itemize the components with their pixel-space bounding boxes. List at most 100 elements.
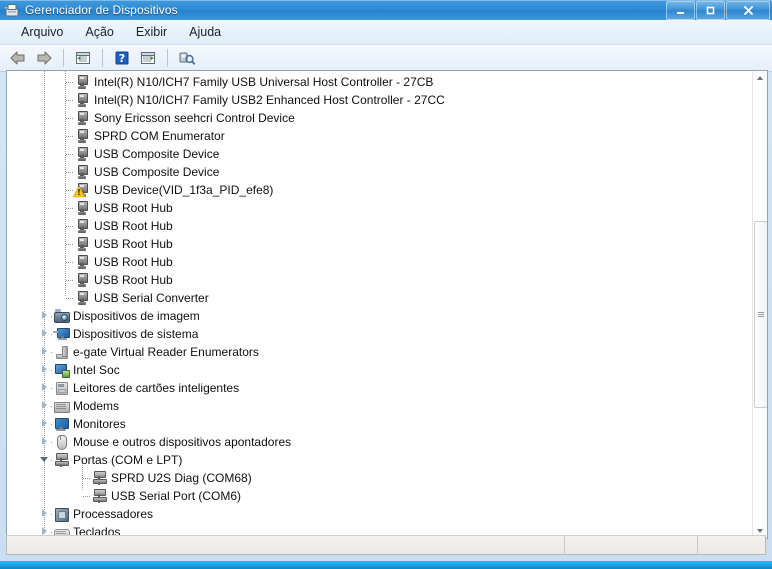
tree-item[interactable]: USB Serial Port (COM6)	[7, 487, 753, 505]
tree-connector-line	[66, 82, 74, 83]
status-cell-third	[698, 536, 765, 554]
tree-item-label: USB Root Hub	[94, 201, 173, 215]
scroll-up-arrow[interactable]	[753, 71, 767, 85]
tree-connector-line	[83, 496, 91, 497]
tree-item[interactable]: e-gate Virtual Reader Enumerators	[7, 343, 753, 361]
expand-arrow-icon-closed[interactable]	[40, 347, 49, 356]
tree-item-label: Intel(R) N10/ICH7 Family USB Universal H…	[94, 75, 434, 89]
tree-connector-line	[66, 136, 74, 137]
menu-arquivo[interactable]: Arquivo	[10, 22, 74, 42]
tree-item[interactable]: USB Root Hub	[7, 217, 753, 235]
expand-arrow-icon-closed[interactable]	[40, 329, 49, 338]
tree-item[interactable]: SPRD U2S Diag (COM68)	[7, 469, 753, 487]
tree-item[interactable]: SPRD COM Enumerator	[7, 127, 753, 145]
device-tree[interactable]: Intel(R) N10/ICH7 Family USB Universal H…	[7, 71, 753, 538]
minimize-button[interactable]	[666, 1, 695, 20]
port-icon	[91, 488, 107, 504]
usb-controller-icon	[74, 200, 90, 216]
usb-controller-icon	[74, 272, 90, 288]
window-controls	[666, 1, 770, 20]
monitor-icon	[53, 416, 69, 432]
tree-item[interactable]: Monitores	[7, 415, 753, 433]
tree-connector-line	[66, 118, 74, 119]
tree-item[interactable]: USB Root Hub	[7, 235, 753, 253]
tree-item-label: USB Serial Port (COM6)	[111, 489, 242, 503]
menu-acao[interactable]: Ação	[74, 22, 125, 42]
close-button[interactable]	[726, 1, 770, 20]
svg-text:?: ?	[119, 52, 125, 65]
tree-item-label: Leitores de cartões inteligentes	[73, 381, 240, 395]
tree-item[interactable]: Dispositivos de sistema	[7, 325, 753, 343]
tool-bar: ?	[0, 45, 772, 72]
tree-item[interactable]: Intel Soc	[7, 361, 753, 379]
tree-item[interactable]: Dispositivos de imagem	[7, 307, 753, 325]
tree-item-label: USB Root Hub	[94, 219, 173, 233]
expand-arrow-icon-closed[interactable]	[40, 311, 49, 320]
tree-item-label: USB Root Hub	[94, 255, 173, 269]
tree-connector-line	[83, 478, 91, 479]
menu-bar: Arquivo Ação Exibir Ajuda	[0, 20, 772, 45]
tree-item-label: USB Device(VID_1f3a_PID_efe8)	[94, 183, 274, 197]
tree-item-label: USB Root Hub	[94, 237, 173, 251]
usb-controller-icon	[73, 182, 90, 198]
toolbar-separator	[63, 49, 64, 67]
expand-arrow-icon-open[interactable]	[40, 455, 49, 464]
intel-soc-icon	[53, 362, 70, 378]
tree-item[interactable]: USB Device(VID_1f3a_PID_efe8)	[7, 181, 753, 199]
vertical-scrollbar[interactable]	[752, 71, 767, 538]
usb-controller-icon	[74, 74, 90, 90]
tree-item[interactable]: Mouse e outros dispositivos apontadores	[7, 433, 753, 451]
forward-arrow-icon[interactable]	[33, 48, 55, 69]
tree-item-label: Dispositivos de imagem	[73, 309, 200, 323]
tree-item[interactable]: Processadores	[7, 505, 753, 523]
tree-item[interactable]: Leitores de cartões inteligentes	[7, 379, 753, 397]
usb-controller-icon	[74, 236, 90, 252]
properties-icon[interactable]	[137, 48, 159, 69]
tree-connector-line	[66, 244, 74, 245]
help-question-icon[interactable]: ?	[111, 48, 133, 69]
tree-item[interactable]: Modems	[7, 397, 753, 415]
tree-item[interactable]: USB Composite Device	[7, 145, 753, 163]
tree-item[interactable]: USB Serial Converter	[7, 289, 753, 307]
tree-connector-line	[66, 280, 74, 281]
device-manager-window: Gerenciador de Dispositivos Arquivo Ação…	[0, 0, 772, 561]
tree-item[interactable]: Intel(R) N10/ICH7 Family USB2 Enhanced H…	[7, 91, 753, 109]
menu-exibir[interactable]: Exibir	[125, 22, 178, 42]
menu-ajuda[interactable]: Ajuda	[178, 22, 232, 42]
tree-item-label: USB Root Hub	[94, 273, 173, 287]
tree-item-label: Dispositivos de sistema	[73, 327, 199, 341]
usb-controller-icon	[74, 164, 90, 180]
tree-item[interactable]: Intel(R) N10/ICH7 Family USB Universal H…	[7, 73, 753, 91]
tree-connector-line	[66, 298, 74, 299]
maximize-button[interactable]	[696, 1, 725, 20]
tree-item[interactable]: USB Root Hub	[7, 253, 753, 271]
scroll-thumb[interactable]	[754, 221, 767, 408]
scan-for-hardware-changes-icon[interactable]	[176, 48, 198, 69]
expand-arrow-icon-closed[interactable]	[40, 401, 49, 410]
tree-item[interactable]: USB Root Hub	[7, 271, 753, 289]
tree-item[interactable]: USB Root Hub	[7, 199, 753, 217]
tree-connector-line	[66, 100, 74, 101]
expand-arrow-icon-closed[interactable]	[40, 383, 49, 392]
title-bar[interactable]: Gerenciador de Dispositivos	[0, 0, 772, 20]
expand-arrow-icon-closed[interactable]	[40, 419, 49, 428]
tree-item-label: Portas (COM e LPT)	[73, 453, 183, 467]
tree-item-label: SPRD COM Enumerator	[94, 129, 225, 143]
tree-connector-line	[66, 172, 74, 173]
taskbar-glow	[0, 561, 772, 569]
tree-item-label: e-gate Virtual Reader Enumerators	[73, 345, 259, 359]
show-hide-console-tree-icon[interactable]	[72, 48, 94, 69]
expand-arrow-icon-closed[interactable]	[40, 437, 49, 446]
tree-item-label: Monitores	[73, 417, 126, 431]
tree-item-label: Intel(R) N10/ICH7 Family USB2 Enhanced H…	[94, 93, 445, 107]
tree-item-label: USB Composite Device	[94, 165, 220, 179]
tree-item-label: Intel Soc	[73, 363, 120, 377]
expand-arrow-icon-closed[interactable]	[40, 365, 49, 374]
expand-arrow-icon-closed[interactable]	[40, 509, 49, 518]
modem-icon	[53, 398, 70, 414]
tree-item[interactable]: Portas (COM e LPT)	[7, 451, 753, 469]
tree-item[interactable]: Sony Ericsson seehcri Control Device	[7, 109, 753, 127]
device-tree-pane: Intel(R) N10/ICH7 Family USB Universal H…	[6, 70, 768, 539]
back-arrow-icon[interactable]	[7, 48, 29, 69]
tree-item[interactable]: USB Composite Device	[7, 163, 753, 181]
